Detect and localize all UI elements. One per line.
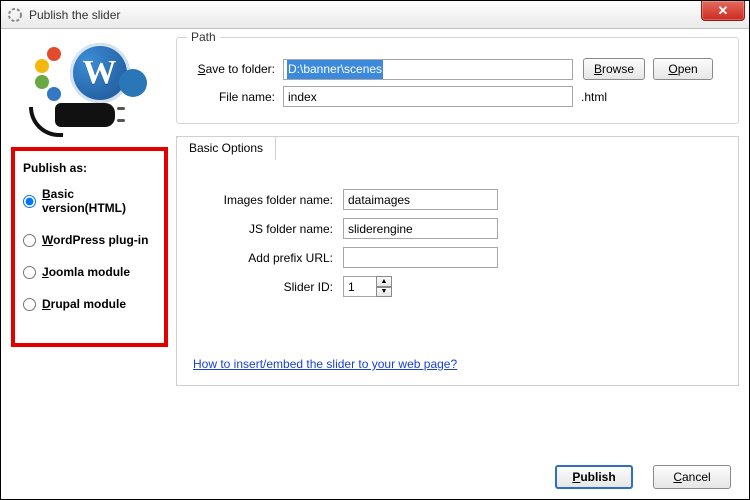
radio-basic-html-input[interactable] xyxy=(23,195,36,208)
slider-id-down[interactable]: ▼ xyxy=(376,287,392,298)
titlebar: Publish the slider ✕ xyxy=(1,1,749,29)
radio-joomla[interactable]: Joomla module xyxy=(23,265,156,279)
radio-basic-html[interactable]: Basic version(HTML) xyxy=(23,187,156,215)
prefix-url-label: Add prefix URL: xyxy=(193,251,333,265)
slider-id-label: Slider ID: xyxy=(193,280,333,294)
radio-joomla-input[interactable] xyxy=(23,266,36,279)
save-to-folder-input[interactable]: D:\banner\scenes xyxy=(283,59,573,80)
close-button[interactable]: ✕ xyxy=(701,1,745,21)
window-title: Publish the slider xyxy=(29,8,120,22)
file-suffix: .html xyxy=(581,90,607,104)
radio-wordpress[interactable]: WordPress plug-in xyxy=(23,233,156,247)
radio-drupal-input[interactable] xyxy=(23,298,36,311)
publish-as-heading: Publish as: xyxy=(23,161,156,175)
close-icon: ✕ xyxy=(718,3,729,19)
options-panel: Basic Options Images folder name: JS fol… xyxy=(176,136,739,386)
dialog-footer: Publish Cancel xyxy=(1,461,749,493)
file-name-input[interactable] xyxy=(283,86,573,107)
path-group: Path Save to folder: D:\banner\scenes Br… xyxy=(176,37,739,124)
publish-logo: W xyxy=(25,37,155,137)
cancel-button[interactable]: Cancel xyxy=(653,465,731,489)
images-folder-input[interactable] xyxy=(343,189,498,210)
open-button[interactable]: Open xyxy=(653,58,713,80)
slider-id-up[interactable]: ▲ xyxy=(376,276,392,287)
app-icon xyxy=(7,7,23,23)
browse-button[interactable]: Browse xyxy=(583,58,645,80)
file-name-label: File name: xyxy=(187,90,275,104)
images-folder-label: Images folder name: xyxy=(193,193,333,207)
slider-id-input[interactable] xyxy=(343,276,377,297)
path-legend: Path xyxy=(187,30,220,44)
radio-wordpress-input[interactable] xyxy=(23,234,36,247)
js-folder-label: JS folder name: xyxy=(193,222,333,236)
radio-drupal[interactable]: Drupal module xyxy=(23,297,156,311)
js-folder-input[interactable] xyxy=(343,218,498,239)
publish-button[interactable]: Publish xyxy=(555,465,633,489)
help-link[interactable]: How to insert/embed the slider to your w… xyxy=(193,357,457,371)
prefix-url-input[interactable] xyxy=(343,247,498,268)
publish-as-box: Publish as: Basic version(HTML) WordPres… xyxy=(11,147,168,347)
tab-basic-options[interactable]: Basic Options xyxy=(176,136,276,160)
